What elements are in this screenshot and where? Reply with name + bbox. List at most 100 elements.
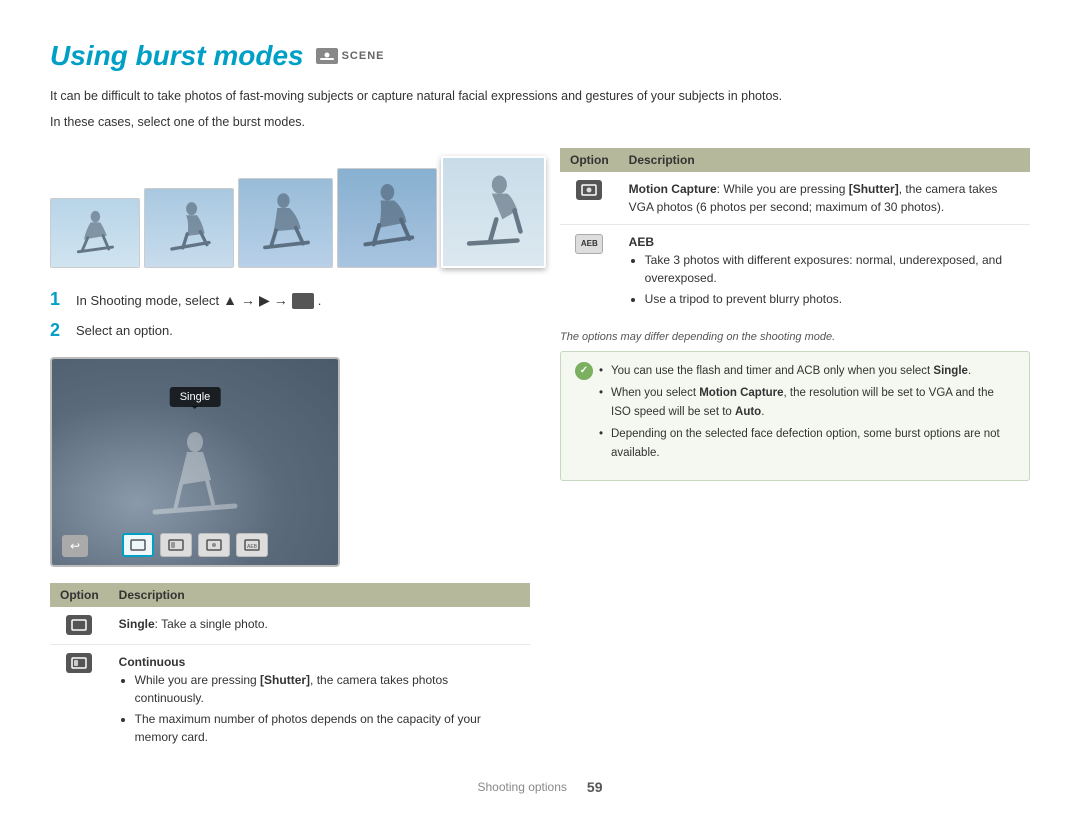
arrow-right-icon-2: ▶	[259, 290, 270, 311]
arrow-up-icon: ▲	[223, 290, 237, 311]
photo-card-2	[144, 188, 234, 268]
single-icon	[71, 619, 87, 631]
svg-text:AEB: AEB	[247, 544, 258, 550]
photo-silhouette-3	[239, 179, 332, 267]
single-mode-icon	[130, 539, 146, 551]
steps: 1 In Shooting mode, select ▲ → ▶ → . 2 S…	[50, 290, 530, 341]
note-auto-label: Auto	[735, 406, 761, 418]
step-2-number: 2	[50, 321, 68, 339]
photo-card-1	[50, 198, 140, 268]
continuous-icon	[71, 657, 87, 669]
single-description: : Take a single photo.	[155, 617, 268, 631]
motion-capture-label: Motion Capture	[629, 182, 717, 196]
aeb-bullet-2: Use a tripod to prevent blurry photos.	[645, 290, 1020, 308]
aeb-mode-icon: AEB	[244, 539, 260, 551]
snowboarder-4-icon	[358, 184, 417, 253]
aeb-option-icon: AEB	[575, 234, 603, 254]
left-column: 1 In Shooting mode, select ▲ → ▶ → . 2 S…	[50, 148, 530, 785]
single-label: Single	[119, 617, 155, 631]
single-option-description: Single: Take a single photo.	[109, 607, 530, 645]
cam-aeb-btn[interactable]: AEB	[236, 533, 268, 557]
camera-silhouettes-icon	[135, 430, 255, 520]
intro-text-2: In these cases, select one of the burst …	[50, 112, 950, 132]
single-option-icon-cell	[50, 607, 109, 645]
note-item-3: Depending on the selected face defection…	[599, 425, 1015, 462]
cam-motion-btn[interactable]	[198, 533, 230, 557]
photo-silhouette-1	[51, 199, 139, 267]
cam-single-btn[interactable]	[122, 533, 154, 557]
left-table-header-description: Description	[109, 583, 530, 607]
note-motion-label: Motion Capture	[699, 387, 783, 399]
step-1-period: .	[318, 291, 322, 311]
motion-mode-icon	[206, 539, 222, 551]
right-column: Option Description	[560, 148, 1030, 785]
snowboarder-3-icon	[258, 192, 314, 254]
right-table-header-option: Option	[560, 148, 619, 172]
right-table-header-description: Description	[619, 148, 1030, 172]
note-item-1: You can use the flash and timer and ACB …	[599, 362, 1015, 380]
right-option-table: Option Description	[560, 148, 1030, 319]
scene-svg-icon	[320, 51, 334, 61]
table-row: Motion Capture: While you are pressing […	[560, 172, 1030, 225]
note-box: ✓ You can use the flash and timer and AC…	[560, 351, 1030, 481]
photo-silhouette-5	[443, 158, 544, 266]
motion-capture-icon	[576, 180, 602, 200]
arrow-right-icon-3: →	[274, 290, 288, 311]
note-list: You can use the flash and timer and ACB …	[599, 362, 1015, 466]
scene-label: SCENE	[342, 50, 385, 62]
photo-silhouette-4	[338, 169, 436, 267]
arrow-right-icon-1: →	[241, 290, 255, 311]
camera-bottom-bar: AEB	[122, 533, 268, 557]
camera-bg-figures	[135, 430, 255, 525]
footer: Shooting options 59	[0, 779, 1080, 795]
step-2: 2 Select an option.	[50, 321, 530, 341]
photo-card-5	[441, 156, 546, 268]
left-table-header-row: Option Description	[50, 583, 530, 607]
differing-text: The options may differ depending on the …	[560, 331, 1030, 343]
continuous-option-icon	[66, 653, 92, 673]
step-1-number: 1	[50, 290, 68, 308]
step-2-label: Select an option.	[76, 321, 173, 341]
note-icon: ✓	[575, 362, 593, 380]
photo-silhouette-2	[145, 189, 233, 267]
continuous-bullets: While you are pressing [Shutter], the ca…	[119, 671, 520, 746]
table-row: AEB AEB Take 3 photos with different exp…	[560, 225, 1030, 320]
left-option-table: Option Description	[50, 583, 530, 757]
single-option-icon	[66, 615, 92, 635]
camera-back-button[interactable]: ↩	[62, 535, 88, 557]
aeb-bullet-1: Take 3 photos with different exposures: …	[645, 251, 1020, 287]
aeb-option-icon-cell: AEB	[560, 225, 619, 320]
step-1-text: In Shooting mode, select ▲ → ▶ → .	[76, 290, 321, 311]
step-1: 1 In Shooting mode, select ▲ → ▶ → .	[50, 290, 530, 311]
aeb-option-description: AEB Take 3 photos with different exposur…	[619, 225, 1030, 320]
aeb-label: AEB	[629, 233, 1020, 251]
snowboarder-1-icon	[69, 209, 122, 257]
aeb-bullets: Take 3 photos with different exposures: …	[629, 251, 1020, 308]
title-row: Using burst modes SCENE	[50, 40, 1030, 72]
footer-page: 59	[587, 779, 603, 795]
continuous-mode-icon	[168, 539, 184, 551]
photo-card-3	[238, 178, 333, 268]
shutter-bracket-1: [Shutter]	[260, 673, 310, 687]
intro-text-1: It can be difficult to take photos of fa…	[50, 86, 950, 106]
main-content: 1 In Shooting mode, select ▲ → ▶ → . 2 S…	[50, 148, 1030, 785]
note-single-label: Single	[933, 365, 968, 377]
footer-text: Shooting options	[478, 780, 567, 794]
cam-continuous-btn[interactable]	[160, 533, 192, 557]
menu-icon	[292, 293, 314, 309]
page: Using burst modes SCENE It can be diffic…	[0, 0, 1080, 815]
step-1-label: In Shooting mode, select	[76, 291, 219, 311]
step-2-text: Select an option.	[76, 321, 173, 341]
continuous-bullet-1: While you are pressing [Shutter], the ca…	[135, 671, 520, 707]
right-table-header-row: Option Description	[560, 148, 1030, 172]
motion-option-description: Motion Capture: While you are pressing […	[619, 172, 1030, 225]
continuous-option-description: Continuous While you are pressing [Shutt…	[109, 644, 530, 757]
note-item-2: When you select Motion Capture, the reso…	[599, 384, 1015, 421]
photo-strip	[50, 148, 530, 268]
note-header: ✓ You can use the flash and timer and AC…	[575, 362, 1015, 466]
photo-card-4	[337, 168, 437, 268]
snowboarder-5-icon	[463, 174, 524, 250]
shutter-bracket-2: [Shutter]	[849, 182, 899, 196]
camera-tooltip: Single	[170, 387, 221, 407]
page-title: Using burst modes	[50, 40, 304, 72]
